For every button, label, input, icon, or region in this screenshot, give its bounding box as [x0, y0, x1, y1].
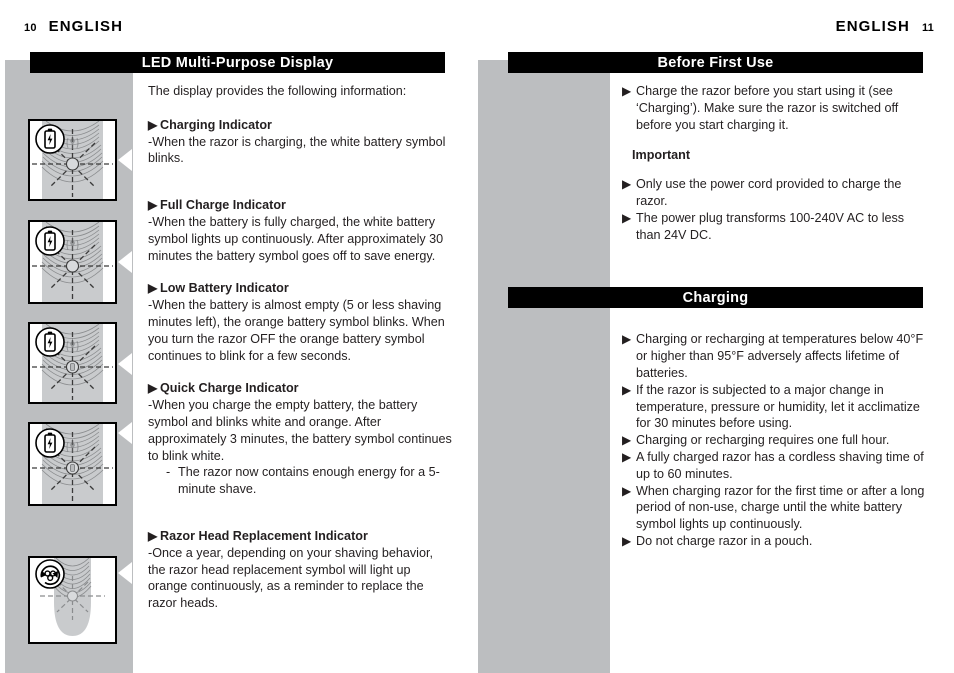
list-item-label: Do not charge razor in a pouch. — [636, 533, 813, 548]
razor-display-figure-head-replacement — [28, 556, 117, 644]
bullet-icon: ▶ — [148, 198, 158, 213]
list-item: ▶ When charging razor for the first time… — [622, 483, 927, 533]
list-item: ▶ Charging or recharging at temperatures… — [622, 331, 927, 381]
indicator-heading-label: Quick Charge Indicator — [160, 381, 299, 396]
list-item-label: Charging or recharging requires one full… — [636, 433, 890, 448]
battery-icon-callout — [35, 226, 65, 256]
list-item: ▶ The power plug transforms 100-240V AC … — [622, 210, 927, 244]
indicator-heading-charging: ▶ Charging Indicator — [148, 117, 453, 134]
list-item: ▶ Do not charge razor in a pouch. — [622, 533, 927, 550]
section-header-led-multi-purpose-display: LED Multi-Purpose Display — [30, 52, 445, 73]
indicator-body-low-battery: -When the battery is almost empty (5 or … — [148, 298, 445, 363]
indicator-body-charging: -When the razor is charging, the white b… — [148, 134, 446, 166]
razor-display-figure-quick-charge — [28, 422, 117, 506]
left-page-header: 10 ENGLISH — [24, 18, 123, 35]
list-item-label: Charge the razor before you start using … — [636, 84, 899, 132]
right-text-column: ▶ Charge the razor before you start usin… — [622, 83, 927, 550]
indicator-heading-label: Razor Head Replacement Indicator — [160, 528, 368, 543]
left-column-lead: The display provides the following infor… — [148, 84, 407, 98]
indicator-block-charging: ▶ Charging Indicator -When the razor is … — [148, 117, 453, 167]
pointer-arrow-full-charge — [118, 251, 132, 273]
indicator-heading-head-replacement: ▶ Razor Head Replacement Indicator — [148, 528, 453, 545]
right-figure-panel — [478, 60, 610, 673]
list-item-label: A fully charged razor has a cordless sha… — [636, 449, 924, 481]
list-item-label: Charging or recharging at temperatures b… — [636, 332, 924, 380]
charging-list: ▶ Charging or recharging at temperatures… — [622, 331, 927, 549]
before-first-use-list: ▶ Charge the razor before you start usin… — [622, 83, 927, 133]
indicator-subitem-label: The razor now contains enough energy for… — [178, 465, 440, 497]
pointer-arrow-low-battery — [118, 353, 132, 375]
indicator-block-head-replacement: ▶ Razor Head Replacement Indicator -Once… — [148, 528, 453, 612]
list-item-label: The power plug transforms 100-240V AC to… — [636, 210, 905, 242]
indicator-body-quick-charge: -When you charge the empty battery, the … — [148, 398, 452, 463]
left-text-column: The display provides the following infor… — [148, 83, 453, 612]
razor-head-replacement-icon-callout — [35, 559, 65, 589]
battery-icon-callout — [35, 327, 65, 357]
bullet-icon: ▶ — [622, 84, 632, 98]
bullet-icon: ▶ — [622, 483, 632, 498]
pointer-arrow-charging — [118, 149, 132, 171]
pointer-arrow-head-replacement — [118, 562, 132, 584]
list-item-label: If the razor is subjected to a major cha… — [636, 382, 920, 431]
right-page-language: ENGLISH — [835, 18, 910, 35]
indicator-heading-low-battery: ▶ Low Battery Indicator — [148, 280, 453, 297]
razor-display-figure-full-charge — [28, 220, 117, 304]
list-item-label: Only use the power cord provided to char… — [636, 177, 902, 208]
list-item: ▶ Only use the power cord provided to ch… — [622, 176, 927, 210]
indicator-body-head-replacement: -Once a year, depending on your shaving … — [148, 545, 433, 611]
left-page-number: 10 — [24, 22, 37, 34]
indicator-block-full-charge: ▶ Full Charge Indicator -When the batter… — [148, 197, 453, 264]
indicator-heading-label: Full Charge Indicator — [160, 198, 286, 213]
important-list: ▶ Only use the power cord provided to ch… — [622, 176, 927, 243]
right-page-number: 11 — [921, 22, 934, 34]
list-item-label: When charging razor for the first time o… — [636, 483, 925, 532]
razor-display-figure-charging — [28, 119, 117, 201]
bullet-icon: ▶ — [148, 281, 158, 296]
indicator-heading-full-charge: ▶ Full Charge Indicator — [148, 197, 453, 214]
dash-icon: - — [166, 465, 171, 480]
indicator-body-full-charge: -When the battery is fully charged, the … — [148, 214, 444, 263]
section-header-label: Before First Use — [657, 54, 774, 71]
left-page-language: ENGLISH — [48, 18, 124, 35]
battery-icon-callout — [35, 428, 65, 458]
indicator-heading-label: Low Battery Indicator — [160, 281, 289, 296]
razor-display-illustration — [30, 121, 115, 199]
list-item: ▶ Charging or recharging requires one fu… — [622, 432, 927, 449]
right-page-header: ENGLISH 11 — [836, 18, 934, 35]
list-item: ▶ Charge the razor before you start usin… — [622, 83, 927, 133]
indicator-block-low-battery: ▶ Low Battery Indicator -When the batter… — [148, 280, 453, 364]
razor-display-figure-low-battery — [28, 322, 117, 404]
list-item: ▶ If the razor is subjected to a major c… — [622, 382, 927, 432]
pointer-arrow-quick-charge — [118, 422, 132, 444]
indicator-heading-label: Charging Indicator — [160, 117, 272, 132]
razor-display-illustration — [30, 424, 115, 504]
razor-display-illustration — [30, 222, 115, 302]
section-header-label: LED Multi-Purpose Display — [141, 54, 334, 71]
important-label: Important — [632, 148, 691, 163]
bullet-icon: ▶ — [622, 210, 632, 225]
indicator-heading-quick-charge: ▶ Quick Charge Indicator — [148, 380, 453, 397]
bullet-icon: ▶ — [622, 449, 632, 464]
bullet-icon: ▶ — [148, 117, 158, 132]
indicator-subitem-quick-charge: - The razor now contains enough energy f… — [166, 464, 453, 498]
section-header-before-first-use: Before First Use — [508, 52, 923, 73]
bullet-icon: ▶ — [622, 433, 632, 448]
razor-display-illustration — [30, 558, 115, 642]
bullet-icon: ▶ — [622, 177, 632, 192]
bullet-icon: ▶ — [622, 382, 632, 397]
razor-display-illustration — [30, 324, 115, 402]
bullet-icon: ▶ — [622, 533, 632, 548]
bullet-icon: ▶ — [148, 528, 158, 543]
list-item: ▶ A fully charged razor has a cordless s… — [622, 449, 927, 483]
bullet-icon: ▶ — [622, 332, 632, 347]
indicator-block-quick-charge: ▶ Quick Charge Indicator -When you charg… — [148, 380, 453, 498]
bullet-icon: ▶ — [148, 381, 158, 396]
battery-icon-callout — [35, 124, 65, 154]
